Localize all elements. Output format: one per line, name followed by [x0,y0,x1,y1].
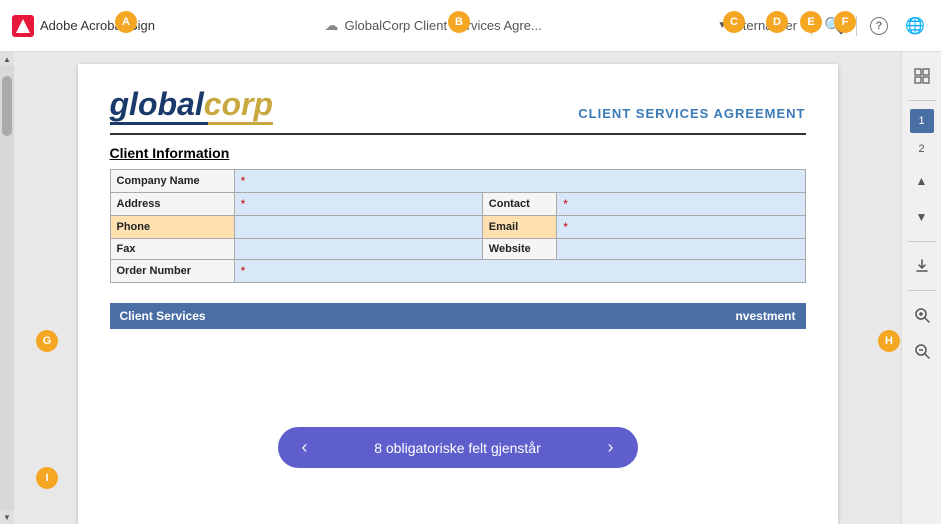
address-label: Address [110,193,234,216]
address-input[interactable]: * [234,193,482,216]
company-name-label: Company Name [110,170,234,193]
fax-label: Fax [110,239,234,260]
contact-label: Contact [482,193,556,216]
annotation-f: F [834,11,856,33]
zoom-out-icon [914,343,930,359]
table-row: Phone Email * [110,216,805,239]
client-info-table: Company Name * Address * Contact * [110,169,806,283]
required-fields-message: 8 obligatoriske felt gjenstår [374,440,541,456]
sidebar-separator-2 [908,241,936,242]
table-row: Company Name * [110,170,805,193]
help-icon: ? [870,17,888,35]
prev-field-button[interactable]: ‹ [302,437,308,458]
section-title: Client Information [110,145,806,161]
phone-input[interactable] [234,216,482,239]
client-services-bar: Client Services nvestment [110,303,806,329]
fax-input[interactable] [234,239,482,260]
app-title: Adobe Acrobat Sign [40,18,155,33]
scroll-up-btn[interactable]: ▲ [0,52,14,66]
required-star: * [241,174,246,188]
zoom-in-button[interactable] [906,299,938,331]
scroll-down-sidebar-btn[interactable]: ▼ [906,201,938,233]
help-button[interactable]: ? [865,12,893,40]
required-fields-nav: ‹ 8 obligatoriske felt gjenstår › [278,427,638,468]
order-number-input[interactable]: * [234,260,805,283]
right-sidebar: 1 2 ▲ ▼ [901,52,941,524]
scroll-thumb [2,76,12,136]
logo-corp: corp [204,86,273,122]
download-button[interactable] [906,250,938,282]
zoom-out-button[interactable] [906,335,938,367]
annotation-h: H [878,330,900,352]
annotation-d: D [766,11,788,33]
document-title-area: ☁ GlobalCorp Client Services Agre... [163,17,703,34]
chevron-up-icon: ▲ [916,174,928,188]
website-input[interactable] [557,239,805,260]
annotation-e: E [800,11,822,33]
annotation-c: C [723,11,745,33]
globe-icon: 🌐 [905,16,925,36]
zoom-in-icon [914,307,930,323]
annotation-i: I [36,467,58,489]
contact-input[interactable]: * [557,193,805,216]
globalcorp-logo: globalcorp [110,88,274,120]
adobe-icon [12,15,34,37]
vertical-divider-2 [856,16,857,36]
page-2-indicator[interactable]: 2 [910,137,934,161]
document-page: globalcorp CLIENT SERVICES AGREEMENT Cli… [78,64,838,524]
company-name-input[interactable]: * [234,170,805,193]
download-icon [914,258,930,274]
page-1-indicator[interactable]: 1 [910,109,934,133]
email-input[interactable]: * [557,216,805,239]
order-number-label: Order Number [110,260,234,283]
doc-scroll-area: globalcorp CLIENT SERVICES AGREEMENT Cli… [14,52,901,524]
page-2-label: 2 [918,143,924,155]
agreement-title: CLIENT SERVICES AGREEMENT [578,106,805,125]
globalcorp-logo-wrapper: globalcorp [110,88,274,125]
v-scrollbar[interactable]: ▲ ▼ [0,52,14,524]
chevron-down-icon: ▼ [916,210,928,224]
logo-underline [110,122,274,125]
scroll-down-btn[interactable]: ▼ [0,510,14,524]
website-label: Website [482,239,556,260]
table-row: Order Number * [110,260,805,283]
center-content: Adobe Acrobat Sign ☁ GlobalCorp Client S… [0,0,941,524]
investment-label: nvestment [735,309,795,323]
doc-header: globalcorp CLIENT SERVICES AGREEMENT [110,88,806,135]
email-label: Email [482,216,556,239]
annotation-a: A [115,11,137,33]
phone-label: Phone [110,216,234,239]
annotation-b: B [448,11,470,33]
document-title: GlobalCorp Client Services Agre... [345,18,542,33]
table-row: Address * Contact * [110,193,805,216]
scroll-track[interactable] [0,66,14,510]
main-wrapper: Adobe Acrobat Sign ☁ GlobalCorp Client S… [0,0,941,524]
document-area: ▲ ▼ globalcorp C [0,52,941,524]
grid-view-button[interactable] [906,60,938,92]
next-field-button[interactable]: › [607,437,613,458]
client-services-label: Client Services [120,309,206,323]
sidebar-separator-1 [908,100,936,101]
cloud-icon: ☁ [325,17,339,34]
logo-global: global [110,86,204,122]
page-1-label: 1 [918,115,924,127]
table-row: Fax Website [110,239,805,260]
language-button[interactable]: 🌐 [901,12,929,40]
grid-icon [914,68,930,84]
scroll-up-sidebar-btn[interactable]: ▲ [906,165,938,197]
annotation-g: G [36,330,58,352]
sidebar-separator-3 [908,290,936,291]
